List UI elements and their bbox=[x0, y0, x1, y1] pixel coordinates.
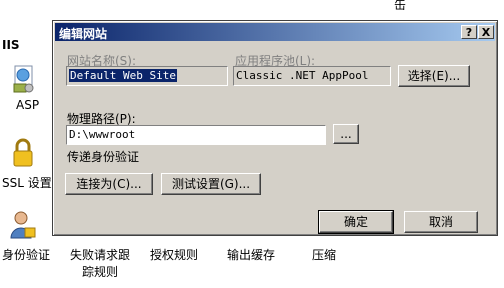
test-settings-button[interactable]: 测试设置(G)... bbox=[161, 173, 261, 195]
browse-path-button[interactable]: ... bbox=[333, 124, 359, 144]
help-button[interactable]: ? bbox=[461, 25, 477, 39]
user-lock-icon bbox=[10, 211, 36, 239]
feature-label: ASP bbox=[16, 98, 40, 112]
site-name-field[interactable]: Default Web Site bbox=[66, 66, 228, 86]
feature-failed-request-tracing[interactable]: 失败请求跟 踪规则 bbox=[70, 246, 130, 280]
app-pool-field: Classic .NET AppPool bbox=[233, 66, 391, 86]
physical-path-input[interactable]: D:\wwwroot bbox=[66, 125, 326, 145]
feature-label: SSL 设置 bbox=[2, 176, 52, 190]
feature-authorization-rules[interactable]: 授权规则 bbox=[150, 246, 198, 263]
ok-button[interactable]: 确定 bbox=[318, 210, 394, 234]
asp-page-icon bbox=[13, 65, 34, 93]
cancel-button[interactable]: 取消 bbox=[404, 211, 478, 233]
feature-output-caching[interactable]: 输出缓存 bbox=[227, 246, 275, 263]
dialog-title: 编辑网站 bbox=[59, 27, 108, 41]
dialog-titlebar[interactable]: 编辑网站 ? X bbox=[55, 23, 495, 41]
feature-label-line1: 失败请求跟 bbox=[70, 248, 131, 262]
feature-label: 身份验证 bbox=[2, 248, 51, 262]
lock-icon bbox=[13, 138, 33, 167]
select-app-pool-button[interactable]: 选择(E)... bbox=[398, 65, 470, 87]
background-text-fragment: 缶 bbox=[394, 0, 407, 12]
feature-compression[interactable]: 压缩 bbox=[312, 246, 336, 263]
feature-asp[interactable]: ASP bbox=[8, 64, 39, 112]
connect-as-button[interactable]: 连接为(C)... bbox=[65, 173, 153, 195]
close-button[interactable]: X bbox=[478, 25, 494, 39]
site-name-value: Default Web Site bbox=[69, 69, 177, 82]
feature-authentication[interactable]: 身份验证 bbox=[2, 210, 50, 262]
feature-ssl[interactable]: SSL 设置 bbox=[2, 138, 52, 190]
feature-label-line2: 踪规则 bbox=[82, 265, 119, 279]
edit-site-dialog: 编辑网站 ? X 网站名称(S): Default Web Site 应用程序池… bbox=[52, 20, 498, 236]
pass-through-auth-label: 传递身份验证 bbox=[67, 150, 140, 164]
iis-section-title: IIS bbox=[2, 38, 20, 52]
